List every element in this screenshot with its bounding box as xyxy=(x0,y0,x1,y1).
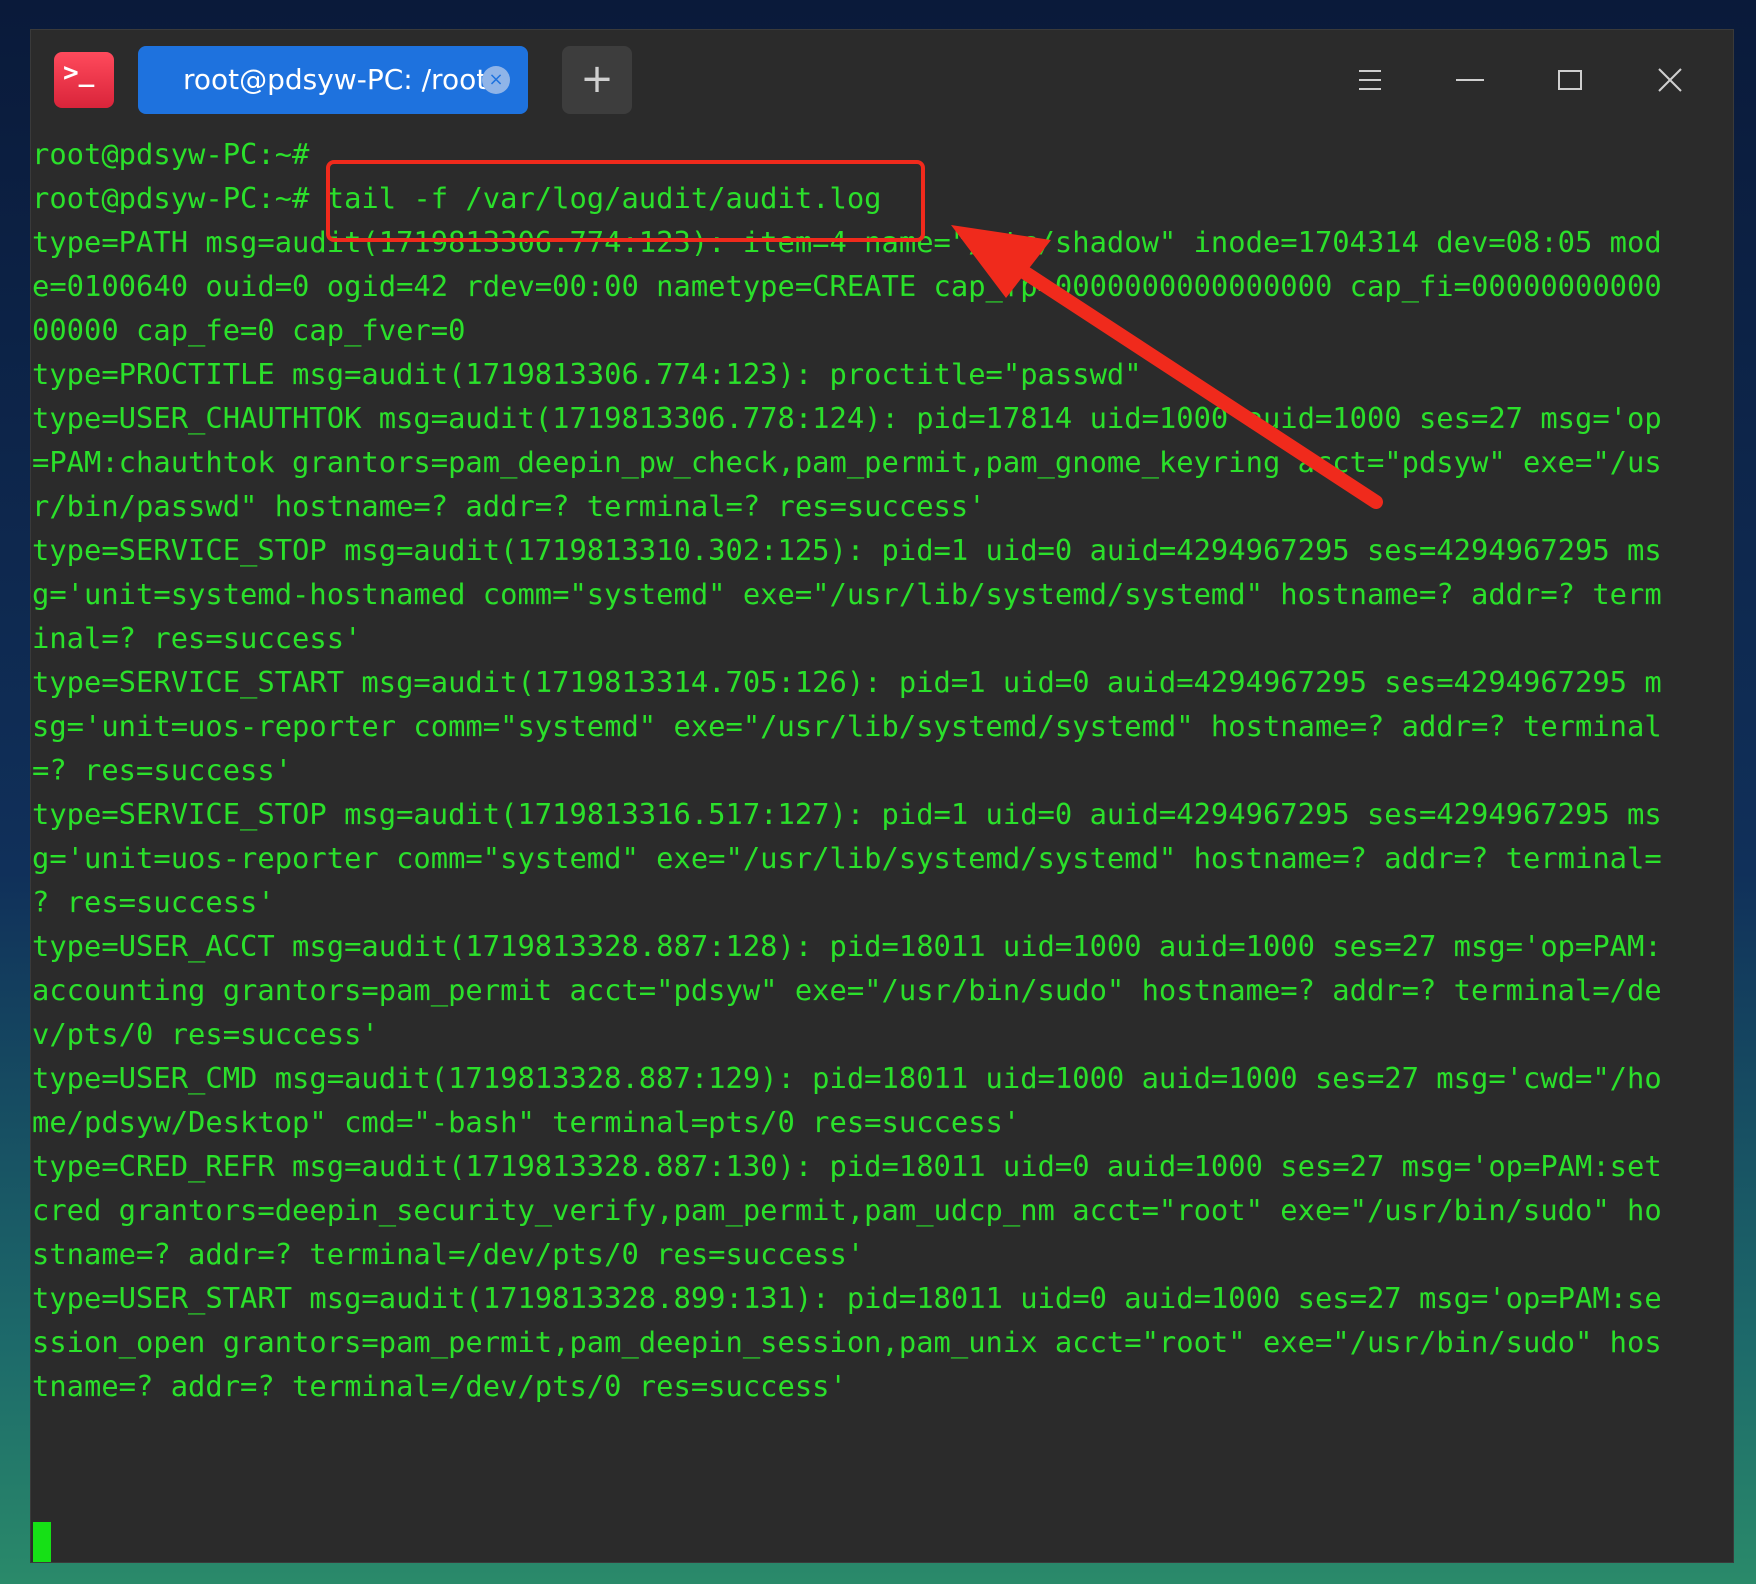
titlebar: >_ root@pdsyw-PC: /root × + xyxy=(31,30,1733,132)
terminal-line: type=SERVICE_STOP msg=audit(1719813316.5… xyxy=(32,797,1662,831)
terminal-icon-glyph: >_ xyxy=(63,58,95,88)
terminal-line: type=CRED_REFR msg=audit(1719813328.887:… xyxy=(32,1149,1662,1183)
terminal-line: type=USER_CMD msg=audit(1719813328.887:1… xyxy=(32,1061,1662,1095)
minimize-icon[interactable] xyxy=(1448,58,1492,102)
annotation-highlight-box xyxy=(326,160,925,242)
terminal-line: r/bin/passwd" hostname=? addr=? terminal… xyxy=(32,489,986,523)
terminal-line: tname=? addr=? terminal=/dev/pts/0 res=s… xyxy=(32,1369,847,1403)
terminal-cursor xyxy=(33,1522,51,1562)
terminal-icon[interactable]: >_ xyxy=(54,52,114,108)
terminal-line: type=USER_START msg=audit(1719813328.899… xyxy=(32,1281,1662,1315)
terminal-line: cred grantors=deepin_security_verify,pam… xyxy=(32,1193,1662,1227)
terminal-line: 00000 cap_fe=0 cap_fver=0 xyxy=(32,313,466,347)
terminal-line: me/pdsyw/Desktop" cmd="-bash" terminal=p… xyxy=(32,1105,1021,1139)
terminal-line: accounting grantors=pam_permit acct="pds… xyxy=(32,973,1662,1007)
tab-title: root@pdsyw-PC: /root xyxy=(183,63,488,96)
terminal-window: >_ root@pdsyw-PC: /root × + root@pdsyw-P… xyxy=(31,30,1733,1562)
terminal-line: =PAM:chauthtok grantors=pam_deepin_pw_ch… xyxy=(32,445,1662,479)
terminal-output[interactable]: root@pdsyw-PC:~# root@pdsyw-PC:~# tail -f… xyxy=(31,132,1733,1562)
terminal-line: type=PROCTITLE msg=audit(1719813306.774:… xyxy=(32,357,1142,391)
terminal-line: g='unit=uos-reporter comm="systemd" exe=… xyxy=(32,841,1662,875)
terminal-line: g='unit=systemd-hostnamed comm="systemd"… xyxy=(32,577,1662,611)
terminal-line: type=USER_ACCT msg=audit(1719813328.887:… xyxy=(32,929,1662,963)
maximize-icon[interactable] xyxy=(1548,58,1592,102)
terminal-line: root@pdsyw-PC:~# xyxy=(32,137,310,171)
hamburger-menu-icon[interactable] xyxy=(1348,58,1392,102)
terminal-line: ? res=success' xyxy=(32,885,275,919)
tab-close-icon[interactable]: × xyxy=(482,66,510,94)
terminal-line: sg='unit=uos-reporter comm="systemd" exe… xyxy=(32,709,1662,743)
new-tab-button[interactable]: + xyxy=(562,46,632,114)
terminal-line: ssion_open grantors=pam_permit,pam_deepi… xyxy=(32,1325,1662,1359)
terminal-line: type=SERVICE_START msg=audit(1719813314.… xyxy=(32,665,1662,699)
terminal-line: stname=? addr=? terminal=/dev/pts/0 res=… xyxy=(32,1237,865,1271)
tab-root[interactable]: root@pdsyw-PC: /root × xyxy=(138,46,528,114)
terminal-line: =? res=success' xyxy=(32,753,293,787)
close-icon[interactable] xyxy=(1648,58,1692,102)
terminal-line: type=SERVICE_STOP msg=audit(1719813310.3… xyxy=(32,533,1662,567)
terminal-line: v/pts/0 res=success' xyxy=(32,1017,379,1051)
terminal-line: e=0100640 ouid=0 ogid=42 rdev=00:00 name… xyxy=(32,269,1662,303)
terminal-line: inal=? res=success' xyxy=(32,621,362,655)
terminal-line: type=USER_CHAUTHTOK msg=audit(1719813306… xyxy=(32,401,1662,435)
